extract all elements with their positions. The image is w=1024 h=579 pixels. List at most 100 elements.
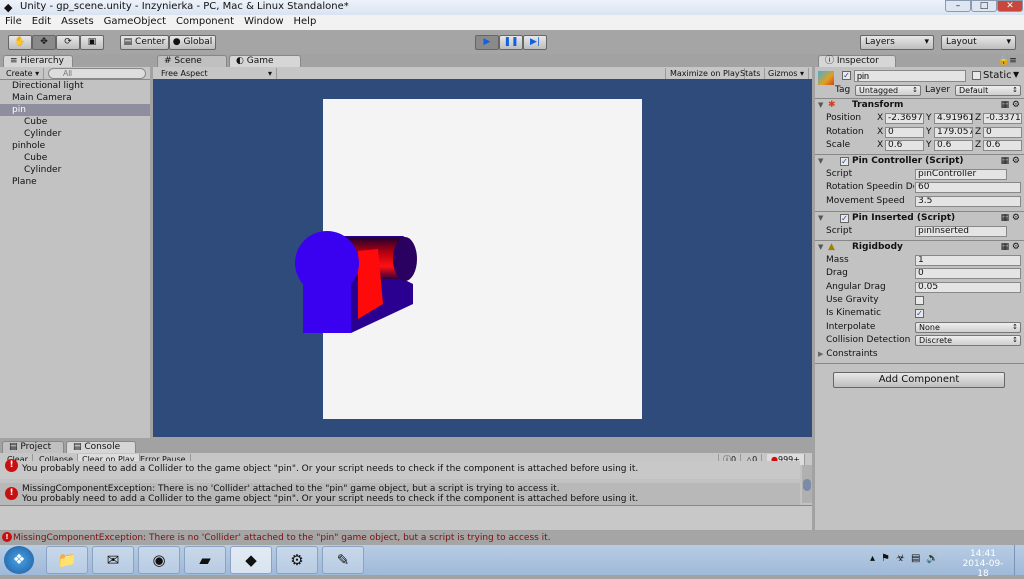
drag-field[interactable]: 0	[915, 268, 1021, 279]
pin-inserted-script-field[interactable]: pinInserted	[915, 226, 1007, 237]
move-tool-button[interactable]: ✥	[32, 35, 56, 50]
gear-icon[interactable]: ▦ ⚙	[1001, 155, 1020, 168]
menu-gameobject[interactable]: GameObject	[104, 16, 166, 30]
tab-game[interactable]: ◐ Game	[229, 55, 301, 67]
transform-rotation-y-field[interactable]: 179.057	[934, 126, 973, 138]
console-scrollbar[interactable]	[802, 465, 812, 503]
aspect-dropdown[interactable]: Free Aspect ▾	[157, 68, 277, 79]
system-tray-icons[interactable]: ▴⚑☣▤🔊	[870, 553, 945, 564]
gear-icon[interactable]: ▦ ⚙	[1001, 212, 1020, 225]
transform-scale-x-field[interactable]: 0.6	[885, 140, 924, 151]
close-button[interactable]: ✕	[997, 0, 1023, 12]
hierarchy-item[interactable]: Directional light	[0, 80, 150, 92]
transform-header[interactable]: ▼ ✱ Transform ▦ ⚙	[815, 98, 1024, 112]
transform-scale-y-field[interactable]: 0.6	[934, 140, 973, 151]
editor-icon[interactable]: ✎	[322, 546, 364, 574]
hierarchy-item[interactable]: Main Camera	[0, 92, 150, 104]
angular-drag-field[interactable]: 0.05	[915, 282, 1021, 293]
tab-console[interactable]: ▤ Console	[66, 441, 136, 453]
chrome-icon[interactable]: ◉	[138, 546, 180, 574]
scale-tool-button[interactable]: ▣	[80, 35, 104, 50]
status-bar[interactable]: ! MissingComponentException: There is no …	[0, 531, 1024, 545]
static-checkbox[interactable]	[972, 71, 981, 80]
rigidbody-header[interactable]: ▼ ▲ Rigidbody ▦ ⚙	[815, 240, 1024, 254]
step-button[interactable]: ▶|	[523, 35, 547, 50]
pause-button[interactable]: ❚❚	[499, 35, 523, 50]
pin-controller-enabled-checkbox[interactable]: ✓	[840, 157, 849, 166]
pivot-center-button[interactable]: ▤ Center	[120, 35, 169, 50]
lock-icon[interactable]: 🔒≡	[998, 56, 1017, 66]
use-gravity-checkbox[interactable]	[915, 296, 924, 305]
transform-position-x-field[interactable]: -2.3697	[885, 113, 924, 124]
create-dropdown[interactable]: Create ▾	[2, 68, 45, 79]
hierarchy-item[interactable]: Cube	[0, 152, 150, 164]
unity-icon[interactable]: ◆	[230, 546, 272, 574]
rotation-speed-field[interactable]: 60	[915, 182, 1021, 193]
hierarchy-item[interactable]: Cylinder	[0, 164, 150, 176]
hierarchy-search-input[interactable]	[48, 68, 146, 79]
tag-dropdown[interactable]: Untagged	[855, 85, 921, 96]
global-space-button[interactable]: ● Global	[169, 35, 216, 50]
transform-scale-z-field[interactable]: 0.6	[983, 140, 1022, 151]
show-desktop-button[interactable]	[1014, 545, 1024, 575]
menu-file[interactable]: File	[5, 16, 22, 30]
tab-inspector[interactable]: ⓘ Inspector	[818, 55, 896, 67]
thunderbird-icon[interactable]: ✉	[92, 546, 134, 574]
menu-component[interactable]: Component	[176, 16, 234, 30]
hierarchy-item[interactable]: pinhole	[0, 140, 150, 152]
pin-controller-title: Pin Controller (Script)	[852, 156, 964, 166]
constraints-foldout[interactable]: ▶ Constraints	[818, 348, 878, 360]
pin-controller-header[interactable]: ▼ ✓ Pin Controller (Script) ▦ ⚙	[815, 154, 1024, 168]
transform-position-z-field[interactable]: -0.3371	[983, 113, 1022, 124]
collision-detection-dropdown[interactable]: Discrete	[915, 335, 1021, 346]
log-entry[interactable]: ! You probably need to add a Collider to …	[0, 459, 800, 479]
angular-drag-label: Angular Drag	[826, 282, 886, 292]
maximize-on-play-button[interactable]: Maximize on Play	[665, 68, 745, 79]
interpolate-dropdown[interactable]: None	[915, 322, 1021, 333]
hierarchy-item[interactable]: Cube	[0, 116, 150, 128]
menu-help[interactable]: Help	[294, 16, 317, 30]
pin-controller-script-field[interactable]: pinController	[915, 169, 1007, 180]
pin-inserted-header[interactable]: ▼ ✓ Pin Inserted (Script) ▦ ⚙	[815, 211, 1024, 225]
transform-rotation-x-field[interactable]: 0	[885, 126, 924, 138]
tab-hierarchy[interactable]: ≡ Hierarchy	[3, 55, 73, 67]
maximize-button[interactable]: □	[971, 0, 997, 12]
add-component-button[interactable]: Add Component	[833, 372, 1005, 388]
stats-button[interactable]: Stats	[736, 68, 766, 79]
hierarchy-item[interactable]: Plane	[0, 176, 150, 188]
layer-dropdown[interactable]: Default	[955, 85, 1021, 96]
log-line: MissingComponentException: There is no '…	[22, 484, 560, 494]
monodevelop-icon[interactable]: ⚙	[276, 546, 318, 574]
hierarchy-item[interactable]: Cylinder	[0, 128, 150, 140]
gizmos-dropdown[interactable]: Gizmos ▾	[764, 68, 810, 79]
minimize-button[interactable]: –	[945, 0, 971, 12]
play-button[interactable]: ▶	[475, 35, 499, 50]
game-viewport[interactable]	[153, 79, 812, 437]
pin-inserted-enabled-checkbox[interactable]: ✓	[840, 214, 849, 223]
start-button[interactable]: ❖	[4, 546, 34, 574]
tab-scene[interactable]: # Scene	[157, 55, 227, 67]
layout-dropdown[interactable]: Layout ▾	[941, 35, 1016, 50]
object-name-input[interactable]	[854, 70, 966, 82]
hierarchy-item[interactable]: pin	[0, 104, 150, 116]
menu-assets[interactable]: Assets	[61, 16, 94, 30]
gear-icon[interactable]: ▦ ⚙	[1001, 241, 1020, 254]
gear-icon[interactable]: ▦ ⚙	[1001, 99, 1020, 112]
scrollbar-thumb[interactable]	[803, 479, 811, 491]
menu-window[interactable]: Window	[244, 16, 283, 30]
is-kinematic-checkbox[interactable]: ✓	[915, 309, 924, 318]
transform-position-y-field[interactable]: 4.91961	[934, 113, 973, 124]
layers-dropdown[interactable]: Layers ▾	[860, 35, 934, 50]
active-checkbox[interactable]: ✓	[842, 71, 851, 80]
app-icon[interactable]: ▰	[184, 546, 226, 574]
static-dropdown-icon[interactable]: ▼	[1013, 70, 1019, 79]
transform-rotation-z-field[interactable]: 0	[983, 126, 1022, 138]
explorer-icon[interactable]: 📁	[46, 546, 88, 574]
mass-field[interactable]: 1	[915, 255, 1021, 266]
tab-project[interactable]: ▤ Project	[2, 441, 64, 453]
hand-tool-button[interactable]: ✋	[8, 35, 32, 50]
log-entry[interactable]: ! MissingComponentException: There is no …	[0, 483, 800, 506]
movement-speed-field[interactable]: 3.5	[915, 196, 1021, 207]
rotate-tool-button[interactable]: ⟳	[56, 35, 80, 50]
menu-edit[interactable]: Edit	[32, 16, 51, 30]
